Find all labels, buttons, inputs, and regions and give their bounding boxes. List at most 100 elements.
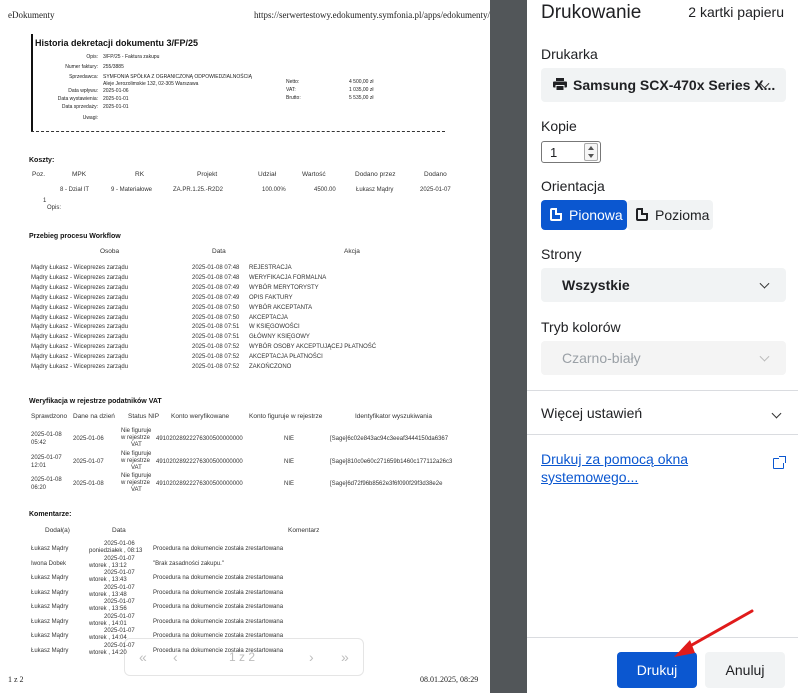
table-cell: 2025-01-08 07:51 xyxy=(192,324,240,331)
chevron-down-icon[interactable] xyxy=(771,408,782,419)
table-cell: Łukasz Mądry xyxy=(31,618,69,625)
table-cell: [Sage]810c0e60c271659b1460c177112a26c3 xyxy=(330,458,453,465)
table-header: Dodał(a) xyxy=(45,527,70,534)
table-cell: 2025-01-08 07:48 xyxy=(192,265,240,271)
table-header: Identyfikator wyszukiwania xyxy=(355,413,432,420)
table-cell: 2025-01-08 07:52 xyxy=(192,344,240,351)
table-cell: Nie figuruje xyxy=(121,473,152,479)
table-cell: 49102028922276300500000000 xyxy=(156,481,243,487)
orientation-landscape-label: Pozioma xyxy=(655,207,710,223)
last-page-button[interactable]: » xyxy=(341,649,349,665)
first-page-button[interactable]: « xyxy=(139,649,147,665)
copies-stepper[interactable] xyxy=(584,143,598,161)
table-cell: poniedziałek , 08:13 xyxy=(89,548,143,554)
page-footer-right: 08.01.2025, 08:29 xyxy=(420,675,479,684)
table-cell: 2025-01-08 07:50 xyxy=(192,314,240,321)
divider xyxy=(527,434,798,435)
table-cell: WYBÓR AKCEPTANTA xyxy=(249,304,313,311)
table-cell: W KSIĘGOWOŚCI xyxy=(249,324,300,331)
printer-select[interactable]: Samsung SCX-470x Series X... xyxy=(541,68,786,102)
table-cell: 2025-01-08 xyxy=(31,477,62,483)
table-cell: Procedura na dokumencie została zrestart… xyxy=(153,647,284,654)
copies-input[interactable]: 1 xyxy=(541,141,601,163)
next-page-button[interactable]: › xyxy=(309,649,314,665)
table-cell: Iwona Dobek xyxy=(31,560,67,567)
table-cell: VAT xyxy=(131,464,142,471)
table-cell: Opis: xyxy=(47,205,62,211)
section-title: Komentarze: xyxy=(29,511,72,518)
table-cell: 2025-01-07 xyxy=(104,613,135,620)
table-cell: wtorek , 13:48 xyxy=(89,591,127,598)
print-preview-area: eDokumenty https://serwertestowy.edokume… xyxy=(0,0,527,693)
table-header: RK xyxy=(135,171,145,178)
divider xyxy=(527,637,798,638)
table-cell: 4500.00 xyxy=(314,187,336,193)
table-cell: GŁÓWNY KSIĘGOWY xyxy=(249,334,310,341)
preview-page: eDokumenty https://serwertestowy.edokume… xyxy=(0,0,490,693)
pages-select[interactable]: Wszystkie xyxy=(541,268,786,302)
table-header: Projekt xyxy=(197,171,218,178)
print-button[interactable]: Drukuj xyxy=(617,652,697,688)
table-cell: wtorek , 14:20 xyxy=(89,649,127,656)
table-cell: Procedura na dokumencie została zrestart… xyxy=(153,589,284,596)
meta-value: 2025-01-01 xyxy=(103,96,129,102)
table-cell: wtorek , 13:56 xyxy=(89,606,127,612)
meta-value: Aleje Jerozolimskie 132, 02-305 Warszawa xyxy=(103,81,199,87)
table-cell: 2025-01-08 07:52 xyxy=(192,364,240,370)
table-cell: Nie figuruje xyxy=(121,450,152,457)
stepper-up-icon[interactable] xyxy=(588,146,594,150)
table-header: Dane na dzień xyxy=(73,413,115,420)
table-cell: 2025-01-07 xyxy=(104,642,135,649)
table-cell: 2025-01-08 07:51 xyxy=(192,334,240,341)
preview-pager: « ‹ 1 z 2 › » xyxy=(124,638,364,676)
table-cell: NIE xyxy=(284,458,295,465)
table-cell: 2025-01-07 xyxy=(104,599,135,605)
printer-name: Samsung SCX-470x Series X... xyxy=(573,77,776,93)
table-header: Sprawdzono xyxy=(31,413,68,420)
table-header: Data xyxy=(112,527,126,534)
amount-value: 5 535,00 zł xyxy=(349,95,374,101)
table-cell: 2025-01-07 xyxy=(104,570,135,576)
open-external-icon[interactable] xyxy=(773,456,786,469)
table-cell: Procedura na dokumencie została zrestart… xyxy=(153,546,284,552)
more-settings-toggle[interactable]: Więcej ustawień xyxy=(541,405,642,421)
table-cell: 2025-01-08 xyxy=(73,481,104,487)
orientation-landscape-button[interactable]: Pozioma xyxy=(627,200,713,230)
table-cell: Łukasz Mądry xyxy=(31,604,69,610)
table-cell: REJESTRACJA xyxy=(249,265,292,271)
pages-label: Strony xyxy=(541,246,582,262)
stepper-down-icon[interactable] xyxy=(588,154,594,158)
table-cell: Mądry Łukasz - Wiceprezes zarządu xyxy=(31,265,129,271)
amount-label: Netto: xyxy=(286,79,300,85)
table-cell: Mądry Łukasz - Wiceprezes zarządu xyxy=(31,344,129,351)
table-cell: Łukasz Mądry xyxy=(31,575,69,581)
table-cell: 05:42 xyxy=(31,440,47,446)
color-mode-select[interactable]: Czarno-biały xyxy=(541,341,786,375)
meta-label: Uwagi: xyxy=(82,115,98,121)
table-cell: wtorek , 13:43 xyxy=(89,577,127,583)
table-cell: "Brak zasadności zakupu." xyxy=(153,560,224,567)
document-title: Historia dekretacji dokumentu 3/FP/25 xyxy=(35,38,199,48)
printer-icon xyxy=(553,78,567,91)
cancel-button[interactable]: Anuluj xyxy=(705,652,785,688)
page-header-left: eDokumenty xyxy=(8,10,55,20)
table-cell: Łukasz Mądry xyxy=(31,589,69,596)
meta-label: Sprzedawca: xyxy=(69,74,98,80)
table-cell: 2025-01-06 xyxy=(104,541,135,547)
table-cell: VAT xyxy=(131,487,142,493)
system-dialog-link[interactable]: Drukuj za pomocą okna systemowego... xyxy=(541,450,741,486)
table-cell: WYBÓR OSOBY AKCEPTUJĄCEJ PŁATNOŚĆ xyxy=(249,344,377,351)
printer-label: Drukarka xyxy=(541,46,598,62)
table-header: Dodano xyxy=(424,171,447,178)
table-cell: AKCEPTACJA xyxy=(249,314,288,321)
section-title: Koszty: xyxy=(29,157,55,164)
orientation-portrait-button[interactable]: Pionowa xyxy=(541,200,627,230)
table-cell: Mądry Łukasz - Wiceprezes zarządu xyxy=(31,354,129,361)
table-cell: Mądry Łukasz - Wiceprezes zarządu xyxy=(31,304,129,311)
color-mode-value: Czarno-biały xyxy=(562,350,641,366)
table-cell: [Sage]6c02e843ac94c3eeaf3444150da6367 xyxy=(330,436,449,442)
table-cell: 2025-01-08 07:48 xyxy=(192,274,240,281)
table-cell: VAT xyxy=(131,442,142,448)
table-cell: Mądry Łukasz - Wiceprezes zarządu xyxy=(31,274,129,281)
meta-label: Data wystawienia: xyxy=(57,96,98,102)
